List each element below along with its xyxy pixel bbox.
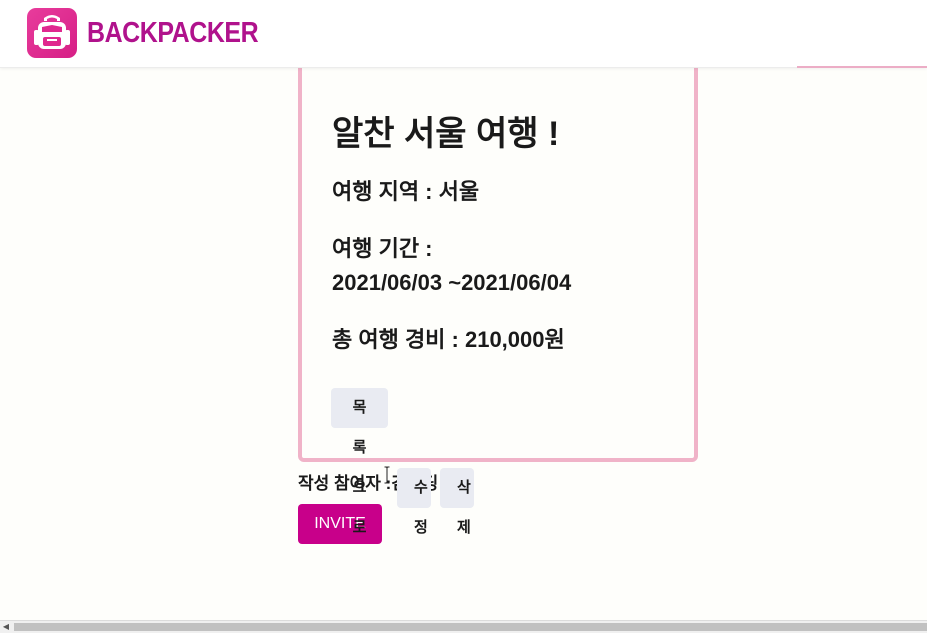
trip-period-label: 여행 기간 : xyxy=(332,236,433,261)
brand-name[interactable]: BACKPACKER xyxy=(87,17,259,50)
trip-region: 여행 지역 : 서울 xyxy=(332,179,480,204)
app-header: BACKPACKER xyxy=(0,0,927,68)
trip-total-cost: 총 여행 경비 : 210,000원 xyxy=(332,327,565,352)
trip-title: 알찬 서울 여행 ! xyxy=(332,115,560,153)
horizontal-scrollbar[interactable]: ◀ xyxy=(0,620,927,633)
scrollbar-thumb[interactable] xyxy=(14,623,927,631)
trip-period-dates: 2021/06/03 ~2021/06/04 xyxy=(332,270,572,295)
card-actions: 목록으로수정삭제 xyxy=(331,388,474,537)
backpack-icon[interactable] xyxy=(27,8,77,58)
trip-period: 여행 기간 : 2021/06/03 ~2021/06/04 xyxy=(332,232,662,300)
delete-button[interactable]: 삭제 xyxy=(440,468,474,536)
header-accent-line xyxy=(797,66,927,68)
back-to-list-button[interactable]: 목록으로 xyxy=(331,388,388,536)
trip-card: 알찬 서울 여행 ! 여행 지역 : 서울 여행 기간 : 2021/06/03… xyxy=(298,40,698,536)
edit-button[interactable]: 수정 xyxy=(397,468,431,536)
scroll-left-arrow-icon[interactable]: ◀ xyxy=(0,621,12,633)
